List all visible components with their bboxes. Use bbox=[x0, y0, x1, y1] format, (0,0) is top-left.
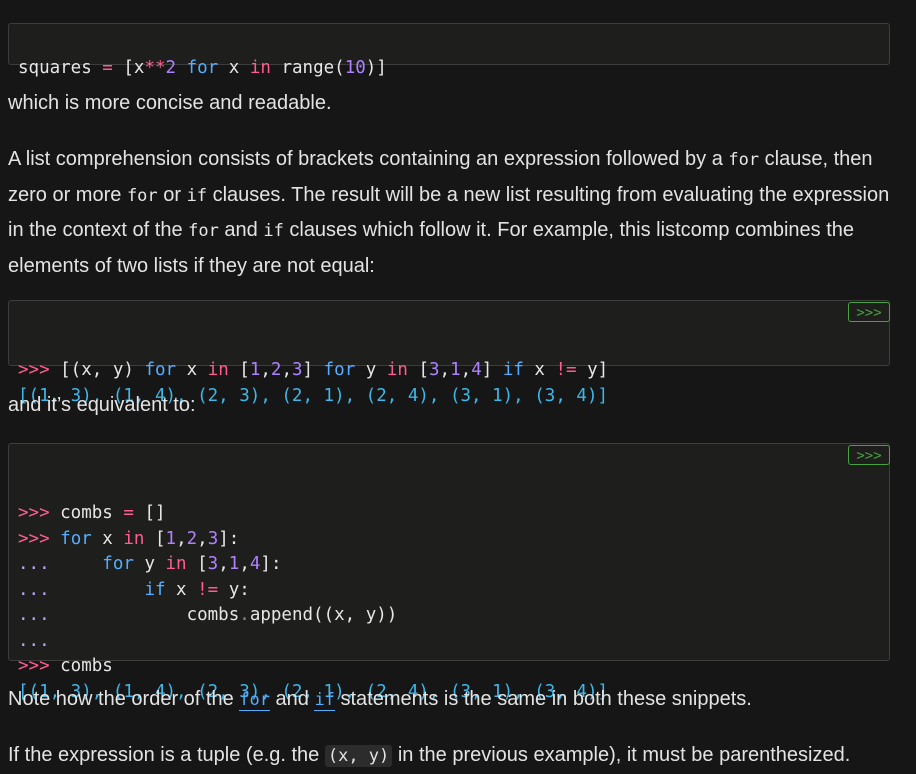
code-line: >>> combs bbox=[18, 656, 113, 676]
inline-code-for: for bbox=[126, 185, 158, 206]
code-line: squares = [x**2 for x in range(10)] bbox=[18, 57, 387, 78]
inline-code-tuple: (x, y) bbox=[324, 745, 393, 767]
paragraph-order-note: Note how the order of the for and if sta… bbox=[8, 688, 752, 711]
inline-code-if: if bbox=[186, 185, 208, 206]
inline-code-if: if bbox=[263, 221, 284, 241]
copy-prompt-toggle-button[interactable]: >>> bbox=[848, 445, 890, 465]
code-line: ... bbox=[18, 630, 50, 651]
inline-code-for: for bbox=[188, 221, 219, 241]
code-line: ... combs.append((x, y)) bbox=[18, 605, 398, 625]
inline-code-for: for bbox=[728, 150, 760, 170]
code-line: >>> [(x, y) for x in [1,2,3] for y in [3… bbox=[18, 360, 609, 380]
link-for-statement[interactable]: for bbox=[239, 690, 270, 711]
code-line: >>> for x in [1,2,3]: bbox=[18, 528, 240, 549]
code-line: >>> combs = [] bbox=[18, 503, 166, 523]
code-line: ... if x != y: bbox=[18, 579, 250, 600]
paragraph-tuple-note: If the expression is a tuple (e.g. the (… bbox=[8, 744, 851, 767]
code-block-listcomp: >>> >>> [(x, y) for x in [1,2,3] for y i… bbox=[8, 300, 890, 406]
paragraph-concise: which is more concise and readable. bbox=[8, 92, 332, 114]
code-block-combs: >>> >>> combs = [] >>> for x in [1,2,3]:… bbox=[8, 443, 890, 702]
copy-prompt-toggle-button[interactable]: >>> bbox=[848, 302, 890, 322]
code-line: ... for y in [3,1,4]: bbox=[18, 554, 282, 574]
paragraph-listcomp-description: A list comprehension consists of bracket… bbox=[8, 148, 890, 277]
paragraph-equivalent: and it’s equivalent to: bbox=[8, 394, 196, 416]
code-block-squares: squares = [x**2 for x in range(10)] bbox=[8, 23, 890, 78]
link-if-statement[interactable]: if bbox=[314, 690, 335, 711]
